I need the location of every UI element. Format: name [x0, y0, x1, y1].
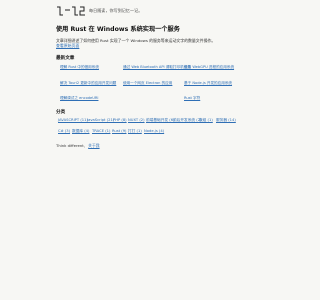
category-link[interactable]: 服务器 (14): [216, 118, 236, 123]
recent-article-link[interactable]: Rust 字符: [184, 96, 200, 101]
category-link[interactable]: TRACE (1): [92, 129, 110, 133]
category-link[interactable]: NUXT (2): [128, 118, 145, 122]
category-link[interactable]: 前端基础开发 (6): [146, 118, 175, 123]
recent-article-link[interactable]: 使用 WebGPU 进程的应用系统: [184, 65, 234, 70]
about-link[interactable]: 关于我: [88, 143, 99, 148]
recent-article-link[interactable]: 基于 Node.js 开发的应用系统: [184, 81, 232, 86]
category-link[interactable]: PHP (8): [113, 118, 127, 122]
category-row: C# (3) 数据库 (4) TRACE (1) Rust (9) 打打 (1)…: [56, 129, 246, 140]
category-link[interactable]: JAVASCRIPT (11): [58, 118, 88, 122]
recent-heading: 最新文章: [56, 56, 75, 61]
logo-mark-icon: [57, 6, 85, 16]
category-row: JAVASCRIPT (11) JavaScript (21) PHP (8) …: [56, 118, 246, 129]
article-intro: 文章详细讲述了如何使用 Rust 实现了一个 Windows 的服务等来运动文字…: [56, 38, 216, 43]
recent-article-link[interactable]: 使用一个网页 Electron 的应用: [123, 81, 172, 86]
category-link[interactable]: Rust (9): [112, 129, 127, 133]
site-header: 每日随读，你写到记忆一记。: [56, 4, 142, 18]
categories-list: JAVASCRIPT (11) JavaScript (21) PHP (8) …: [56, 118, 246, 140]
recent-article-link[interactable]: 通过 Web Bluetooth API 请取打印机信息: [123, 65, 191, 70]
site-logo[interactable]: [56, 5, 86, 17]
article-title: 使用 Rust 在 Windows 系统实现一个服务: [56, 26, 180, 33]
footer-text: Think different,: [56, 143, 85, 148]
recent-row: 理解 Rust 中的借用系统 通过 Web Bluetooth API 请取打印…: [56, 65, 246, 81]
recent-row: 理解调试之 encodeURI Rust 字符: [56, 96, 246, 112]
category-link[interactable]: Node.js (4): [144, 129, 164, 133]
categories-heading: 分类: [56, 110, 66, 115]
recent-article-link[interactable]: 理解调试之 encodeURI: [60, 96, 98, 101]
category-link[interactable]: 打打 (1): [128, 129, 142, 134]
category-link[interactable]: 数据库 (4): [72, 129, 89, 134]
recent-article-link[interactable]: 解决 Tauri2 更新中的应用开发问题: [60, 81, 116, 86]
category-link[interactable]: C# (3): [58, 129, 70, 133]
view-original-link[interactable]: 查看原始页面: [56, 43, 79, 49]
recent-article-link[interactable]: 理解 Rust 中的借用系统: [60, 65, 99, 70]
site-slogan: 每日随读，你写到记忆一记。: [89, 8, 143, 13]
page: 每日随读，你写到记忆一记。 使用 Rust 在 Windows 系统实现一个服务…: [0, 0, 300, 300]
site-footer: Think different, 关于我: [56, 143, 100, 149]
recent-row: 解决 Tauri2 更新中的应用开发问题 使用一个网页 Electron 的应用…: [56, 81, 246, 97]
recent-articles: 理解 Rust 中的借用系统 通过 Web Bluetooth API 请取打印…: [56, 65, 246, 112]
category-link[interactable]: JavaScript (21): [87, 118, 114, 122]
category-link[interactable]: 前后开发系统 (2): [173, 118, 202, 123]
category-link[interactable]: 数组 (1): [199, 118, 213, 123]
